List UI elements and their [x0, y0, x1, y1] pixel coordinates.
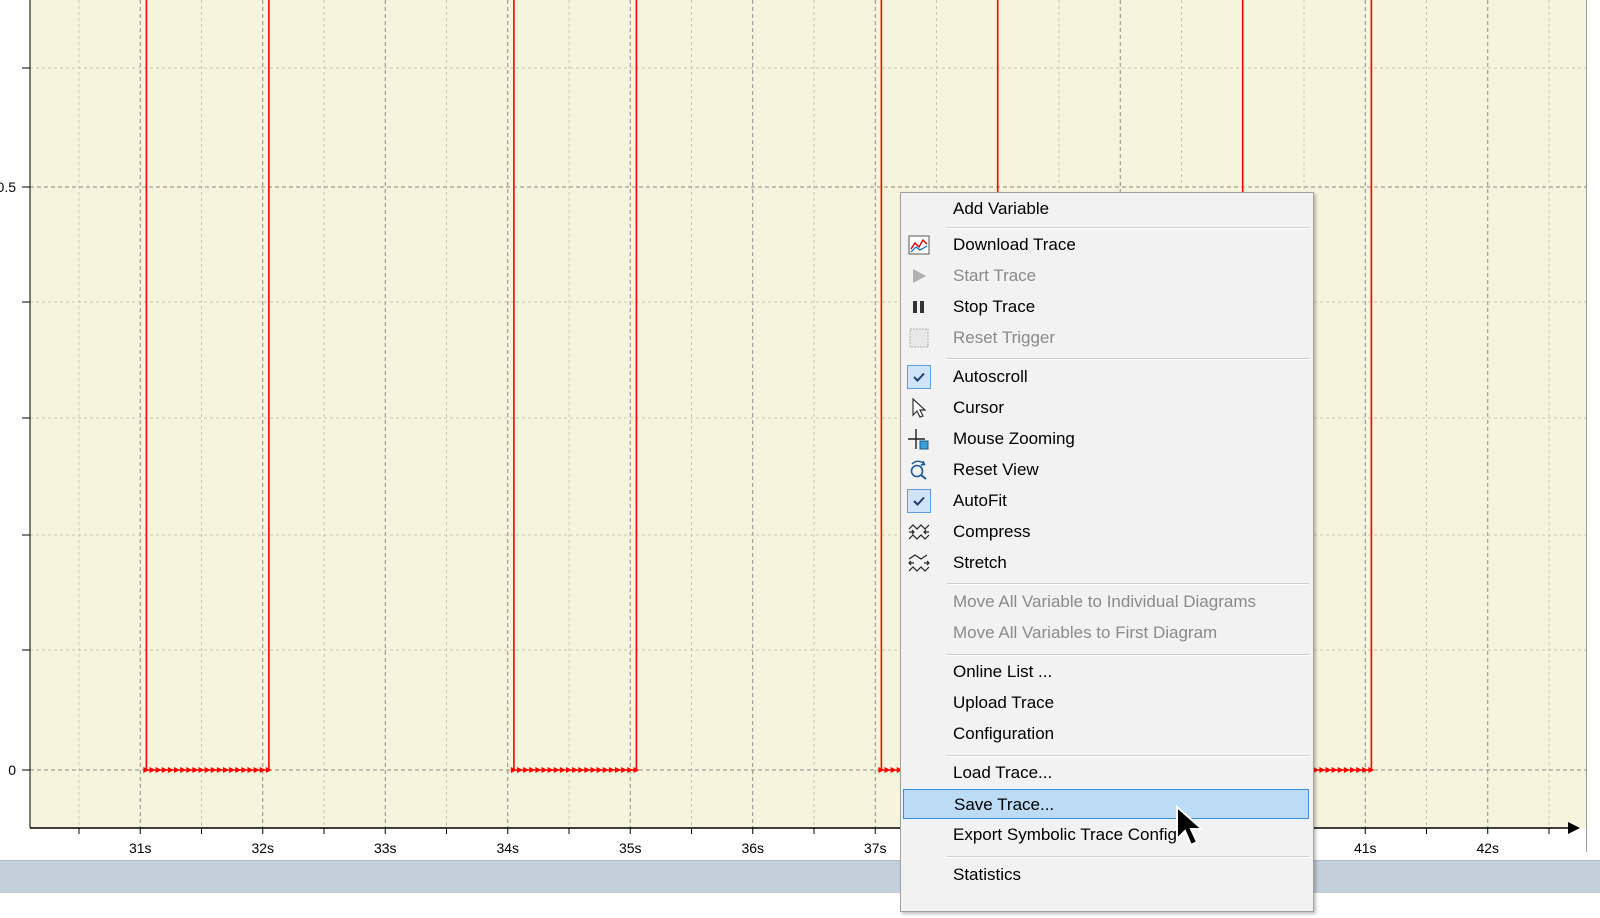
reset-view-icon	[907, 458, 931, 482]
menu-item-label: Start Trace	[953, 266, 1037, 285]
menu-item-label: Export Symbolic Trace Config	[953, 825, 1177, 844]
menu-item-label: Add Variable	[953, 199, 1050, 218]
menu-item-start-trace: Start Trace	[903, 261, 1309, 291]
menu-item-label: Load Trace...	[953, 763, 1053, 782]
y-tick-label: 0	[8, 762, 16, 778]
trace-chart[interactable]: 0.5 0 31s 32s 33s 34s 35s 36s 37s 41s 42s	[0, 0, 1600, 918]
menu-item-label: Cursor	[953, 398, 1005, 417]
menu-item-reset-trigger: Reset Trigger	[903, 323, 1309, 353]
context-menu: Add Variable Download Trace Start Trace Sto…	[900, 192, 1314, 912]
status-bar	[0, 860, 1600, 893]
menu-item-stretch[interactable]: Stretch	[903, 548, 1309, 578]
menu-separator	[947, 227, 1309, 229]
menu-item-label: Statistics	[953, 865, 1022, 884]
menu-item-label: Reset View	[953, 460, 1039, 479]
x-tick-label: 37s	[864, 840, 887, 856]
zoom-crosshair-icon	[907, 427, 931, 451]
menu-item-label: Move All Variables to First Diagram	[953, 623, 1218, 642]
vertical-scrollbar[interactable]	[1586, 0, 1600, 852]
menu-item-online-list[interactable]: Online List ...	[903, 657, 1309, 687]
menu-item-load-trace[interactable]: Load Trace...	[903, 758, 1309, 788]
menu-item-label: Mouse Zooming	[953, 429, 1075, 448]
pause-icon	[907, 295, 931, 319]
menu-separator	[947, 755, 1309, 757]
stretch-icon	[907, 551, 931, 575]
menu-item-label: Configuration	[953, 724, 1055, 743]
download-trace-icon	[907, 233, 931, 257]
menu-item-cursor[interactable]: Cursor	[903, 393, 1309, 423]
menu-item-label: Autoscroll	[953, 367, 1028, 386]
reset-trigger-icon	[907, 326, 931, 350]
menu-item-label: Save Trace...	[954, 795, 1055, 814]
menu-item-move-all-variables-to-first-diagram: Move All Variables to First Diagram	[903, 618, 1309, 648]
x-tick-label: 42s	[1476, 840, 1499, 856]
menu-item-label: Stretch	[953, 553, 1007, 572]
menu-item-label: Compress	[953, 522, 1031, 541]
x-tick-label: 33s	[374, 840, 397, 856]
x-tick-label: 41s	[1354, 840, 1377, 856]
menu-item-add-variable[interactable]: Add Variable	[903, 194, 1309, 224]
plot-background	[30, 0, 1586, 828]
menu-item-stop-trace[interactable]: Stop Trace	[903, 292, 1309, 322]
menu-item-save-trace[interactable]: Save Trace...	[903, 789, 1309, 819]
x-tick-label: 31s	[129, 840, 152, 856]
mouse-pointer-icon	[1176, 805, 1205, 847]
menu-separator	[947, 856, 1309, 858]
x-tick-label: 35s	[619, 840, 642, 856]
menu-item-configuration[interactable]: Configuration	[903, 719, 1309, 749]
menu-item-label: Online List ...	[953, 662, 1053, 681]
y-tick-label: 0.5	[0, 179, 16, 195]
menu-item-label: Upload Trace	[953, 693, 1055, 712]
menu-item-compress[interactable]: Compress	[903, 517, 1309, 547]
menu-separator	[947, 654, 1309, 656]
x-tick-label: 34s	[496, 840, 519, 856]
menu-item-label: Download Trace	[953, 235, 1076, 254]
compress-icon	[907, 520, 931, 544]
menu-item-move-all-variable-to-individual-diagrams: Move All Variable to Individual Diagrams	[903, 587, 1309, 617]
trace-diagram[interactable]: 0.5 0 31s 32s 33s 34s 35s 36s 37s 41s 42s	[0, 0, 1600, 918]
menu-item-export-symbolic-trace-config[interactable]: Export Symbolic Trace Config	[903, 820, 1309, 850]
menu-item-label: Reset Trigger	[953, 328, 1056, 347]
cursor-arrow-icon	[907, 396, 931, 420]
x-tick-label: 32s	[251, 840, 274, 856]
menu-item-label: Stop Trace	[953, 297, 1036, 316]
menu-separator	[947, 583, 1309, 585]
menu-item-download-trace[interactable]: Download Trace	[903, 230, 1309, 260]
menu-item-label: Move All Variable to Individual Diagrams	[953, 592, 1256, 611]
menu-item-reset-view[interactable]: Reset View	[903, 455, 1309, 485]
play-icon	[907, 264, 931, 288]
menu-item-upload-trace[interactable]: Upload Trace	[903, 688, 1309, 718]
menu-item-autoscroll[interactable]: Autoscroll	[903, 362, 1309, 392]
menu-item-statistics[interactable]: Statistics	[903, 860, 1309, 890]
x-tick-label: 36s	[741, 840, 764, 856]
menu-item-autofit[interactable]: AutoFit	[903, 486, 1309, 516]
menu-item-label: AutoFit	[953, 491, 1007, 510]
menu-item-mouse-zooming[interactable]: Mouse Zooming	[903, 424, 1309, 454]
check-icon	[907, 365, 931, 389]
check-icon	[907, 489, 931, 513]
menu-separator	[947, 358, 1309, 360]
